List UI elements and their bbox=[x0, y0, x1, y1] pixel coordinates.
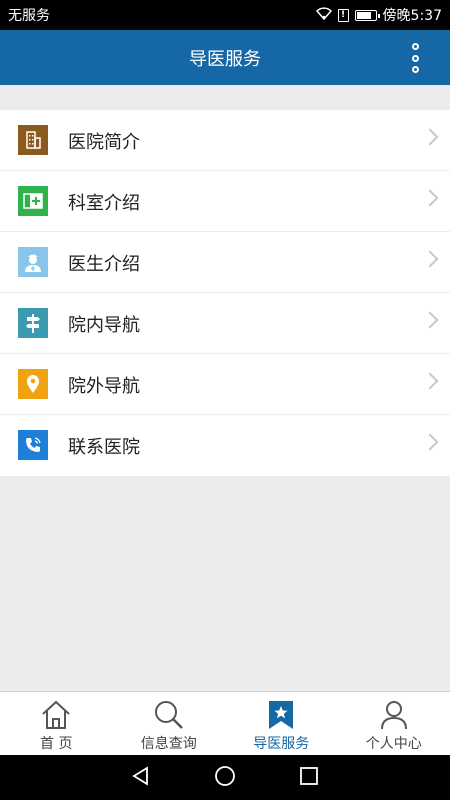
page-title: 导医服务 bbox=[189, 48, 261, 70]
status-bar: 无服务 ! 傍晚5:37 bbox=[0, 0, 450, 30]
menu-item-label: 科室介绍 bbox=[68, 193, 140, 214]
chevron-right-icon bbox=[421, 433, 439, 451]
chevron-right-icon bbox=[421, 128, 439, 146]
menu-item-hospital-intro[interactable]: 医院简介 bbox=[0, 110, 450, 171]
bottom-tab-bar: 首 页 信息查询 导医服务 个人中心 bbox=[0, 691, 450, 755]
tab-label: 信息查询 bbox=[140, 736, 197, 752]
department-plus-icon bbox=[18, 186, 48, 216]
bookmark-star-icon bbox=[264, 700, 298, 730]
menu-item-contact-hospital[interactable]: 联系医院 bbox=[0, 415, 450, 476]
tab-label: 首 页 bbox=[40, 736, 73, 752]
more-options-button[interactable] bbox=[408, 43, 422, 73]
signpost-icon bbox=[18, 308, 48, 338]
wifi-icon bbox=[315, 6, 332, 24]
chevron-right-icon bbox=[421, 250, 439, 268]
tab-home[interactable]: 首 页 bbox=[0, 692, 113, 755]
menu-item-label: 医院简介 bbox=[68, 132, 140, 153]
menu-item-department-intro[interactable]: 科室介绍 bbox=[0, 171, 450, 232]
menu-item-indoor-navigation[interactable]: 院内导航 bbox=[0, 293, 450, 354]
chevron-right-icon bbox=[421, 311, 439, 329]
home-circle-icon[interactable] bbox=[214, 765, 236, 791]
menu-item-label: 医生介绍 bbox=[68, 254, 140, 275]
menu-item-outdoor-navigation[interactable]: 院外导航 bbox=[0, 354, 450, 415]
back-icon[interactable] bbox=[131, 765, 151, 790]
menu-item-label: 联系医院 bbox=[68, 437, 140, 458]
chevron-right-icon bbox=[421, 372, 439, 390]
sim-alert-icon: ! bbox=[337, 8, 349, 22]
carrier-text: 无服务 bbox=[8, 8, 50, 24]
recent-apps-icon[interactable] bbox=[299, 766, 319, 790]
phone-call-icon bbox=[18, 430, 48, 460]
battery-icon bbox=[354, 9, 380, 21]
chevron-right-icon bbox=[421, 189, 439, 207]
tab-personal-center[interactable]: 个人中心 bbox=[338, 692, 450, 755]
more-vertical-icon bbox=[411, 43, 419, 50]
tab-info-query[interactable]: 信息查询 bbox=[113, 692, 226, 755]
menu-item-label: 院外导航 bbox=[68, 376, 140, 397]
menu-item-doctor-intro[interactable]: 医生介绍 bbox=[0, 232, 450, 293]
tab-label: 导医服务 bbox=[253, 736, 310, 752]
tab-guide-service[interactable]: 导医服务 bbox=[225, 692, 338, 755]
doctor-icon bbox=[18, 247, 48, 277]
hospital-building-icon bbox=[18, 125, 48, 155]
tab-label: 个人中心 bbox=[365, 736, 422, 752]
search-icon bbox=[152, 700, 186, 730]
system-navigation-bar bbox=[0, 755, 450, 800]
service-menu-list: 医院简介 科室介绍 医生介绍 院内导航 院外导航 联系医院 bbox=[0, 110, 450, 476]
clock-time: 傍晚5:37 bbox=[382, 8, 442, 24]
home-icon bbox=[39, 700, 73, 730]
app-header: 导医服务 bbox=[0, 30, 450, 85]
menu-item-label: 院内导航 bbox=[68, 315, 140, 336]
location-pin-icon bbox=[18, 369, 48, 399]
user-icon bbox=[377, 700, 411, 730]
